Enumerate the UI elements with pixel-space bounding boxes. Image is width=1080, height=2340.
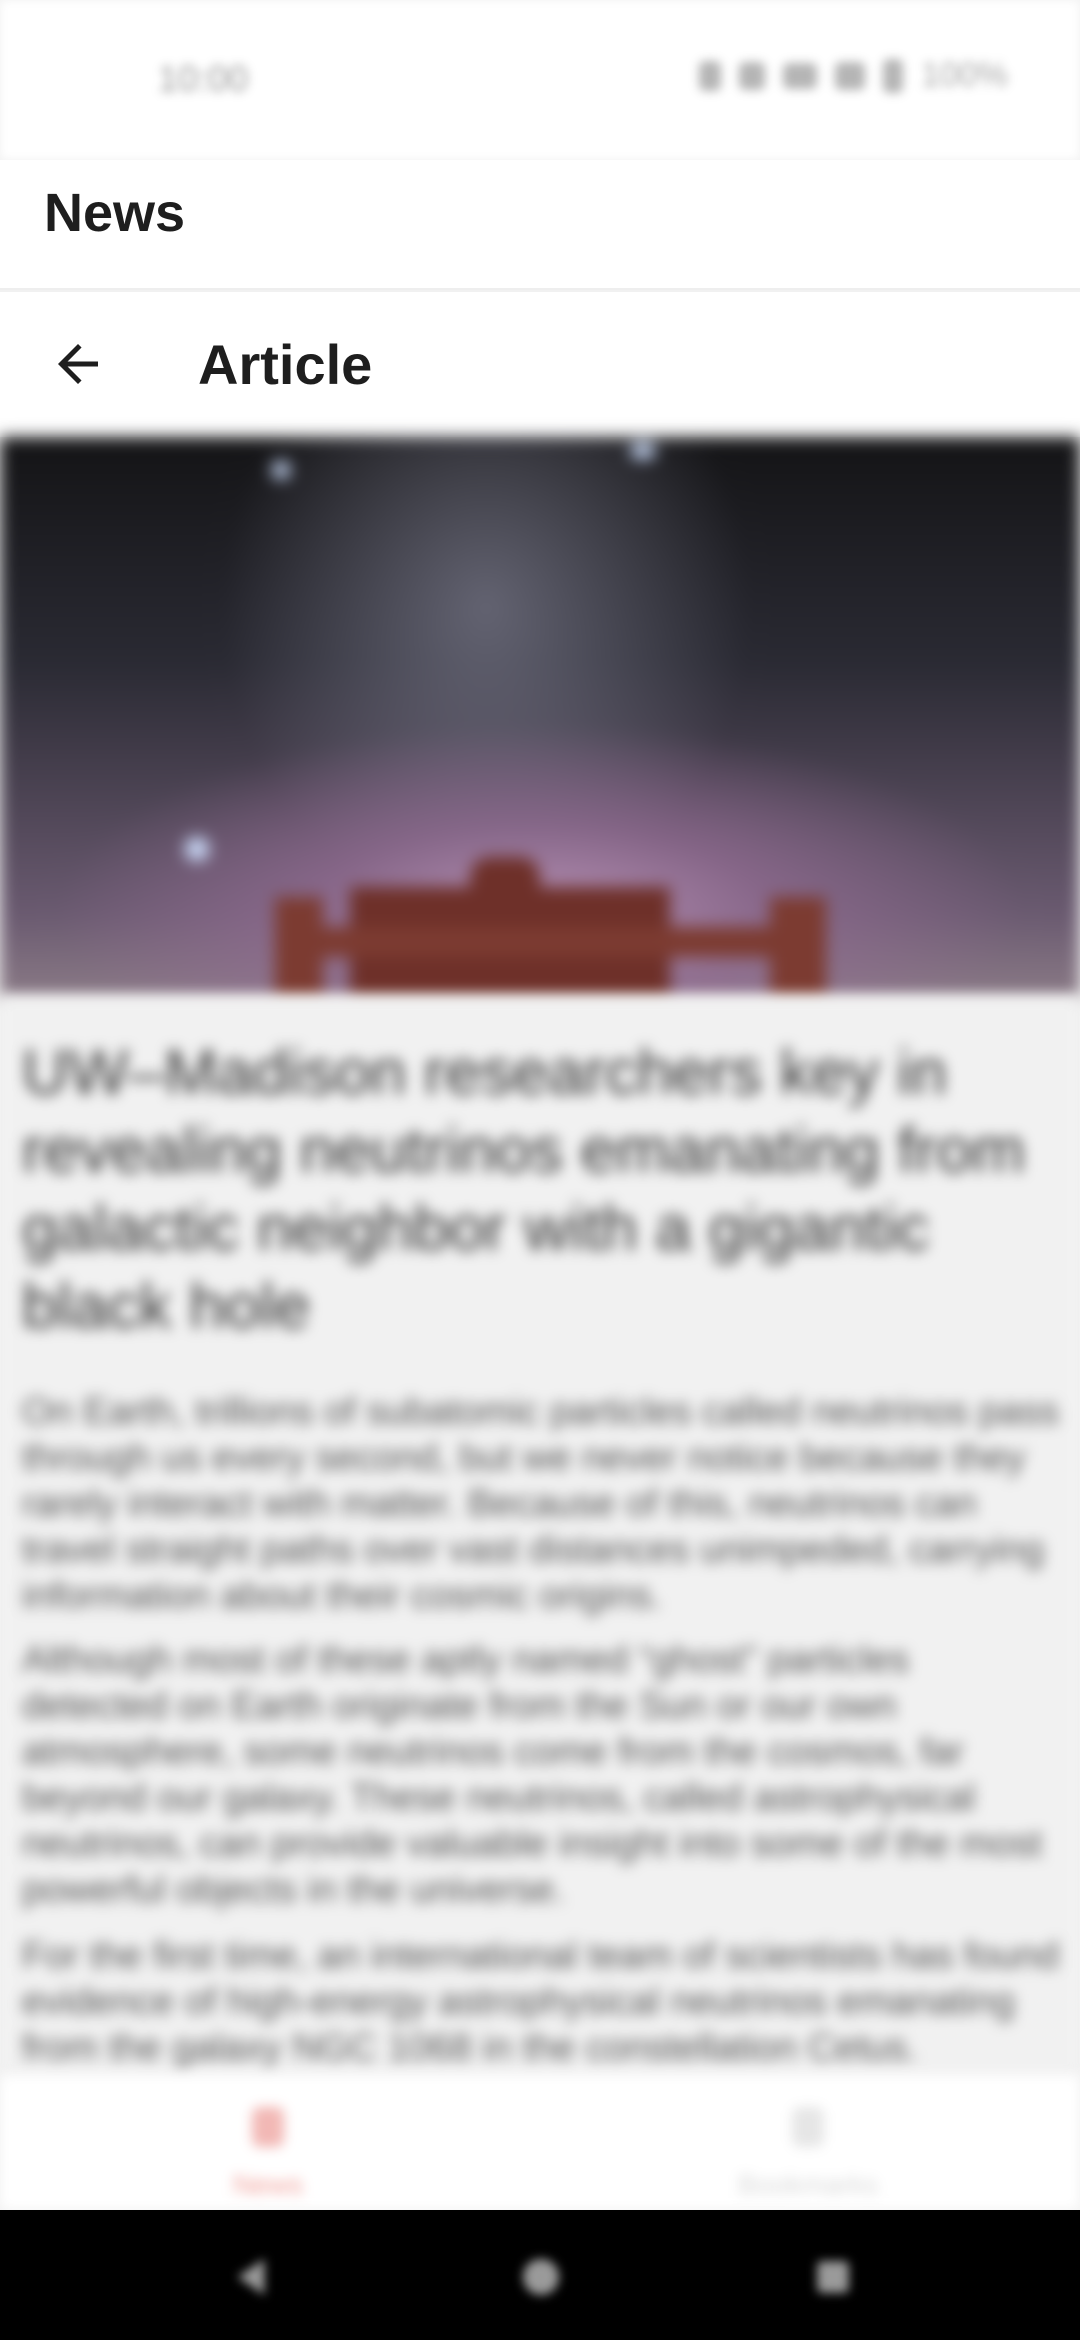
hero-star [630, 443, 656, 459]
system-navigation-bar [0, 2210, 1080, 2340]
article-paragraph: Although most of these aptly named “ghos… [22, 1639, 1043, 1911]
bottom-navigation: News Bookmarks [0, 2075, 1080, 2210]
hero-building-right-tower [770, 897, 826, 997]
status-bar: 10:00 100% [0, 0, 1080, 160]
square-recents-icon [817, 2261, 849, 2293]
status-icons: 100% [699, 56, 1008, 95]
back-button[interactable] [48, 334, 108, 394]
settings-icon [739, 61, 766, 90]
article-paragraph: For the first time, an international tea… [22, 1935, 1060, 2069]
app-title: News [44, 183, 186, 243]
article-headline: UW–Madison researchers key in revealing … [22, 1036, 1026, 1342]
battery-percentage: 100% [921, 56, 1008, 94]
system-home-button[interactable] [514, 2250, 568, 2304]
app-header: News [0, 160, 1080, 290]
bookmark-icon [792, 2107, 824, 2147]
arrow-left-icon [58, 344, 98, 384]
battery-icon [883, 58, 904, 93]
signal-icon [835, 61, 866, 90]
status-time: 10:00 [158, 58, 249, 99]
wifi-icon [783, 62, 818, 89]
article-toolbar: Article [0, 292, 1080, 437]
hero-star [272, 461, 290, 479]
hero-building-bridge [320, 927, 800, 957]
nav-item-bookmarks[interactable]: Bookmarks [708, 2093, 908, 2203]
notification-icon [699, 60, 722, 91]
article-hero-image [0, 437, 1080, 997]
hero-building-left-tower [275, 897, 323, 997]
news-icon [252, 2107, 284, 2147]
nav-label-bookmarks: Bookmarks [737, 2169, 879, 2200]
article-toolbar-title: Article [198, 333, 373, 396]
system-back-button[interactable] [224, 2250, 278, 2304]
system-recents-button[interactable] [806, 2250, 860, 2304]
nav-label-news: News [232, 2169, 303, 2200]
article-content: UW–Madison researchers key in revealing … [0, 997, 1080, 2077]
article-paragraph: On Earth, trillions of subatomic particl… [22, 1391, 1060, 1617]
nav-item-news[interactable]: News [168, 2093, 368, 2203]
hero-star [185, 837, 209, 861]
triangle-back-icon [237, 2259, 265, 2295]
circle-home-icon [523, 2259, 559, 2295]
